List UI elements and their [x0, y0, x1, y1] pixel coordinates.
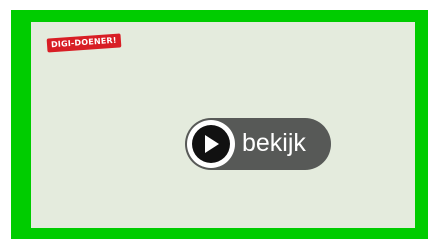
play-button[interactable]: bekijk: [185, 118, 331, 170]
digi-doener-badge: DIGI-DOENER!: [46, 33, 122, 53]
play-icon[interactable]: [187, 120, 235, 168]
video-poster[interactable]: DIGI-DOENER! bekijk: [31, 22, 415, 228]
play-button-label: bekijk: [242, 128, 306, 157]
video-frame: DIGI-DOENER! bekijk: [11, 10, 428, 239]
